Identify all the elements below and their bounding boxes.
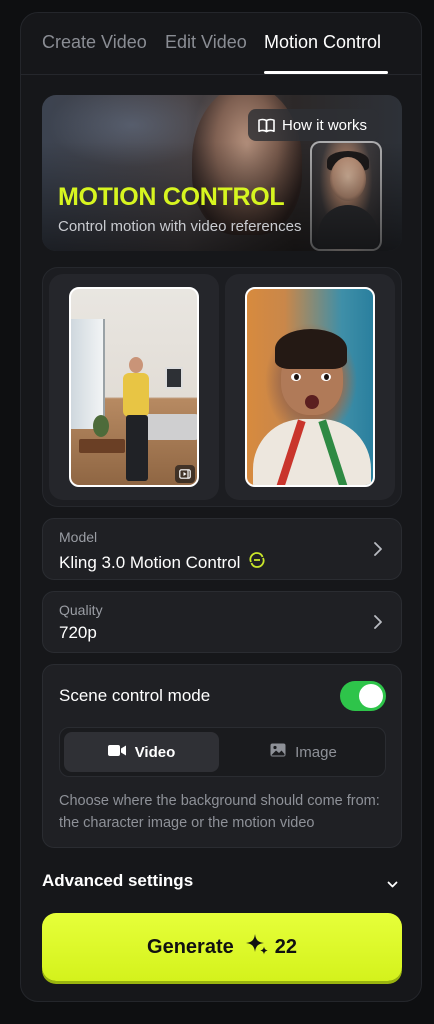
scene-control-toggle[interactable] xyxy=(340,681,386,711)
chevron-down-icon xyxy=(387,875,398,893)
sparkle-icon xyxy=(244,931,270,963)
generate-label: Generate xyxy=(147,935,234,958)
scene-source-segmented-control: Video Image xyxy=(59,727,386,777)
video-option-label: Video xyxy=(134,743,176,761)
tab-motion-control[interactable]: Motion Control xyxy=(264,32,381,53)
how-it-works-label: How it works xyxy=(282,116,368,134)
model-label: Model xyxy=(59,529,98,545)
book-open-icon xyxy=(258,118,275,133)
scene-control-help-text: Choose where the background should come … xyxy=(59,793,380,831)
scene-source-video-option[interactable]: Video xyxy=(64,732,219,772)
scene-control-title: Scene control mode xyxy=(59,686,211,705)
character-image-card[interactable] xyxy=(225,274,395,500)
toggle-knob xyxy=(359,684,383,708)
media-inputs xyxy=(42,267,402,507)
character-image-thumbnail[interactable] xyxy=(245,287,375,487)
scene-source-image-option[interactable]: Image xyxy=(226,732,381,772)
kling-logo-icon xyxy=(247,550,267,575)
credits-count: 22 xyxy=(274,935,297,958)
tab-bar: Create Video Edit Video Motion Control xyxy=(21,13,421,75)
scene-control-section: Scene control mode Video Image Choose wh… xyxy=(42,664,402,848)
motion-control-panel: Create Video Edit Video Motion Control H… xyxy=(20,12,422,1002)
generate-credits: 22 xyxy=(244,931,297,963)
image-icon xyxy=(270,743,286,761)
hero-title: MOTION CONTROL xyxy=(58,183,285,211)
model-value: Kling 3.0 Motion Control xyxy=(59,552,241,572)
advanced-settings-toggle[interactable]: Advanced settings xyxy=(42,868,402,898)
tab-create-video[interactable]: Create Video xyxy=(42,32,147,53)
active-tab-indicator xyxy=(264,71,388,74)
hero-subtitle: Control motion with video references xyxy=(58,218,302,235)
how-it-works-button[interactable]: How it works xyxy=(248,109,380,141)
tab-edit-video[interactable]: Edit Video xyxy=(165,32,247,53)
quality-label: Quality xyxy=(59,602,103,618)
quality-chevron-right-icon xyxy=(373,614,383,635)
model-selector[interactable]: Model Kling 3.0 Motion Control xyxy=(42,518,402,580)
video-camera-icon xyxy=(107,744,126,761)
image-option-label: Image xyxy=(295,743,337,761)
quality-selector[interactable]: Quality 720p xyxy=(42,591,402,653)
model-chevron-right-icon xyxy=(373,541,383,562)
video-badge-icon xyxy=(175,465,195,483)
advanced-settings-label: Advanced settings xyxy=(42,871,194,890)
generate-button[interactable]: Generate 22 xyxy=(42,913,402,981)
motion-video-thumbnail[interactable] xyxy=(69,287,199,487)
quality-value: 720p xyxy=(59,623,97,642)
motion-video-card[interactable] xyxy=(49,274,219,500)
hero-banner: How it works MOTION CONTROL Control moti… xyxy=(42,95,402,251)
